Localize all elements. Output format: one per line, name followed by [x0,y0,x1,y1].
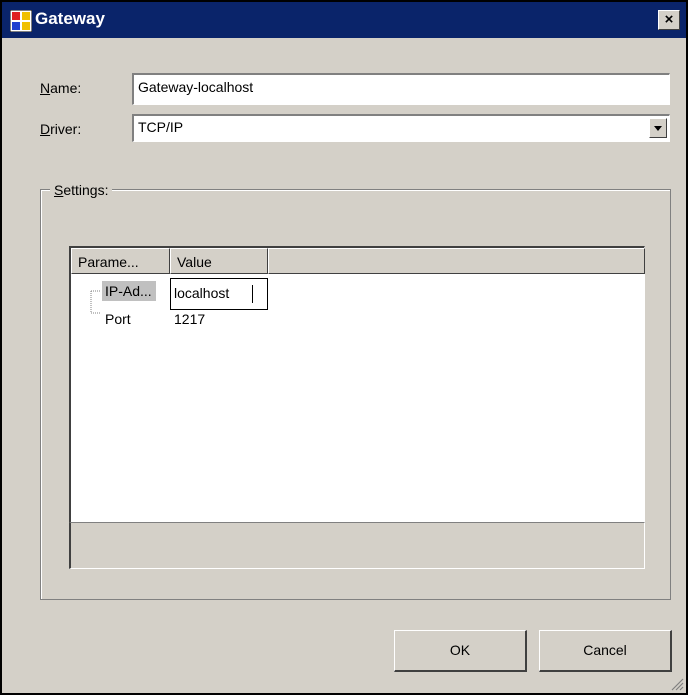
name-field[interactable]: Gateway-localhost [132,73,670,105]
value-port[interactable]: 1217 [174,311,205,327]
resize-grip-icon[interactable] [670,677,684,691]
ok-button[interactable]: OK [394,630,527,672]
param-ip-address[interactable]: IP-Ad... [102,281,156,301]
name-value: Gateway-localhost [138,79,254,95]
value-ip-address: localhost [174,285,230,301]
param-port[interactable]: Port [105,311,131,327]
grid-description-pane [69,522,645,569]
driver-value: TCP/IP [138,119,184,135]
settings-group-label: Settings: [50,182,113,198]
window-title: Gateway [35,9,105,28]
column-header-value[interactable]: Value [170,248,268,274]
cancel-button[interactable]: Cancel [539,630,672,672]
column-header-parameter[interactable]: Parame... [71,248,170,274]
column-header-filler [268,248,645,274]
title-bar[interactable]: Gateway × [2,2,686,38]
settings-grid[interactable]: Parame... Value IP-Ad... localhost Port … [69,246,645,569]
chevron-down-icon[interactable] [649,118,667,138]
text-cursor [252,285,253,303]
app-window-icon [10,10,32,32]
gateway-dialog: Gateway × Name: Gateway-localhost Driver… [0,0,688,695]
close-icon[interactable]: × [658,10,680,30]
driver-select[interactable]: TCP/IP [132,114,670,142]
name-label: Name: [40,80,82,96]
value-ip-address-input[interactable]: localhost [170,278,268,310]
tree-lines [90,290,101,314]
driver-label: Driver: [40,121,82,137]
